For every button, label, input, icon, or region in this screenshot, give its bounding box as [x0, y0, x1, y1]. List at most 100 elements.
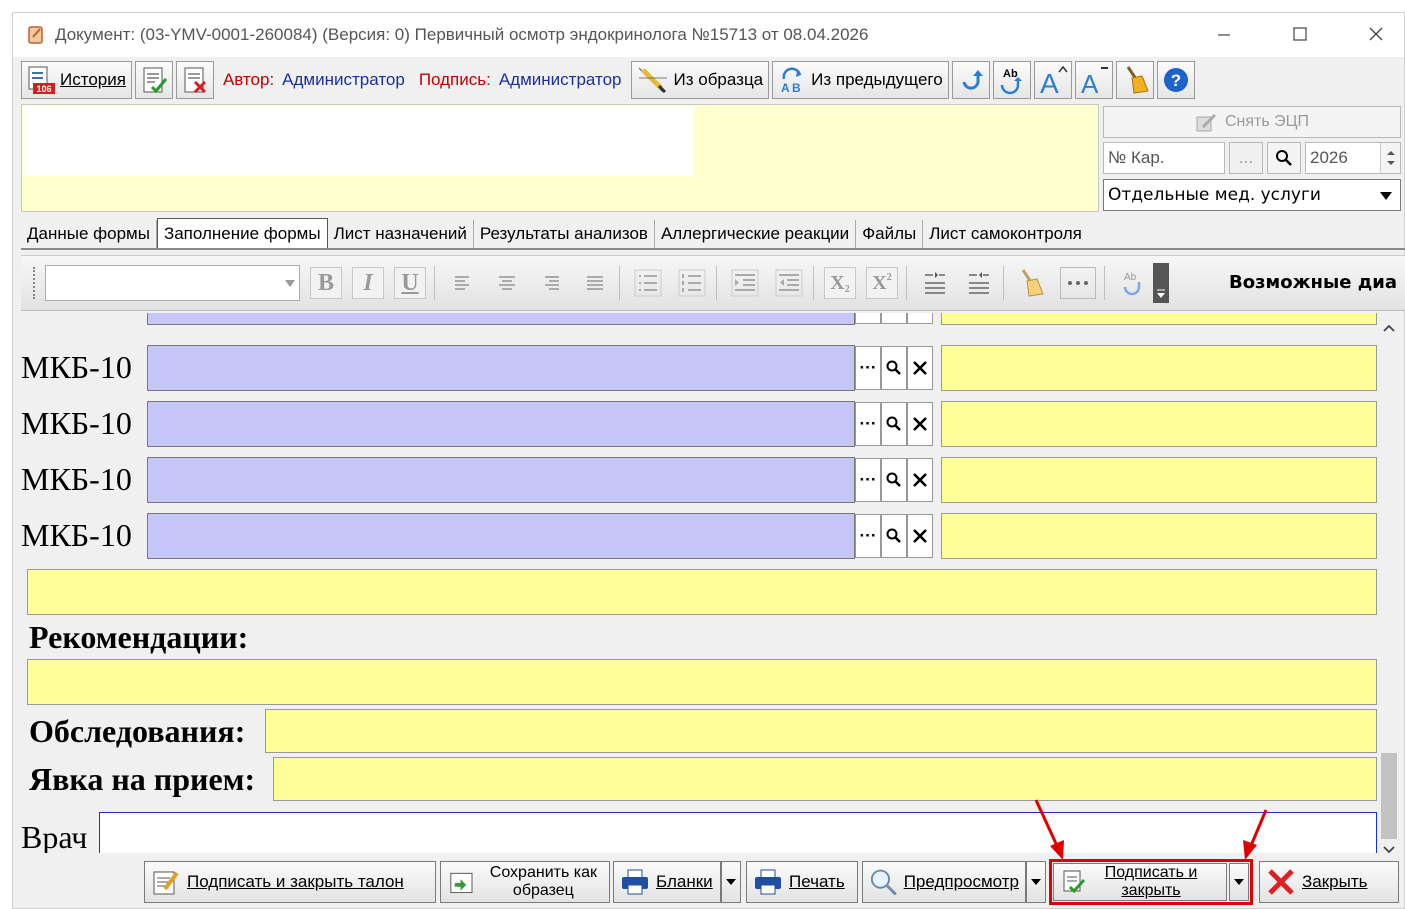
- mkb-description-field[interactable]: [941, 457, 1377, 503]
- close-icon: [1369, 27, 1383, 41]
- examinations-field[interactable]: [265, 709, 1377, 753]
- subscript-button[interactable]: X2: [824, 267, 856, 299]
- tab-lab-results[interactable]: Результаты анализов: [474, 220, 655, 248]
- card-ellipsis-button[interactable]: ...: [1229, 142, 1263, 174]
- clear-format-button-2[interactable]: [1016, 267, 1048, 299]
- broom-icon: [1126, 66, 1149, 94]
- tab-self-control[interactable]: Лист самоконтроля: [923, 220, 1088, 248]
- recommendations-field[interactable]: [27, 659, 1377, 705]
- mkb-code-input[interactable]: [147, 401, 855, 447]
- mkb-input-partial[interactable]: [147, 313, 855, 325]
- history-button[interactable]: 106 История: [21, 61, 132, 99]
- year-spin-buttons[interactable]: [1380, 143, 1400, 173]
- bold-button[interactable]: B: [310, 267, 342, 299]
- window-close-button[interactable]: [1353, 19, 1399, 49]
- mkb-more-button[interactable]: ···: [855, 402, 881, 446]
- scroll-up-icon[interactable]: [1383, 323, 1395, 333]
- mkb-more-button[interactable]: ···: [855, 346, 881, 390]
- from-sample-label: Из образца: [673, 70, 764, 89]
- forms-label: Бланки: [656, 872, 713, 891]
- line-spacing-button[interactable]: [919, 267, 951, 299]
- mkb-clear-button[interactable]: [907, 346, 933, 390]
- font-select[interactable]: [45, 265, 300, 301]
- toolbar-grip[interactable]: [33, 267, 39, 299]
- underline-button[interactable]: U: [394, 267, 426, 299]
- superscript-label: X: [872, 271, 887, 294]
- scroll-thumb[interactable]: [1381, 753, 1397, 839]
- minimize-button[interactable]: [1201, 19, 1247, 49]
- doctor-field[interactable]: [99, 812, 1377, 853]
- spellcheck-button[interactable]: Ab: [992, 61, 1031, 99]
- mkb-description-field[interactable]: [941, 345, 1377, 391]
- preview-button[interactable]: Предпросмотр: [862, 861, 1026, 903]
- vertical-scrollbar[interactable]: [1377, 313, 1401, 855]
- close-icon: [913, 529, 927, 543]
- mkb-search-button[interactable]: [881, 458, 907, 502]
- forms-dropdown-button[interactable]: [721, 861, 741, 903]
- sign-doc-button[interactable]: [134, 61, 173, 99]
- mkb-code-input[interactable]: [147, 345, 855, 391]
- italic-button[interactable]: I: [352, 267, 384, 299]
- font-increase-button[interactable]: A: [1033, 61, 1072, 99]
- services-select[interactable]: Отдельные мед. услуги: [1103, 179, 1401, 211]
- from-sample-button[interactable]: Из образца: [630, 61, 770, 99]
- mkb-search-button-partial[interactable]: [881, 313, 907, 324]
- appointment-field[interactable]: [273, 757, 1377, 801]
- mkb-more-button[interactable]: ···: [855, 458, 881, 502]
- sign-close-ticket-button[interactable]: Подписать и закрыть талон: [144, 861, 436, 903]
- spellcheck-button-2[interactable]: Ab: [1117, 267, 1149, 299]
- from-previous-button[interactable]: A B Из предыдущего: [772, 61, 949, 99]
- paragraph-spacing-button[interactable]: [963, 267, 995, 299]
- close-button[interactable]: Закрыть: [1259, 861, 1399, 903]
- preview-dropdown-button[interactable]: [1026, 861, 1046, 903]
- font-decrease-button[interactable]: A: [1074, 61, 1113, 99]
- diagnosis-text-field[interactable]: [27, 569, 1377, 615]
- sign-close-button[interactable]: Подписать и закрыть: [1053, 863, 1227, 901]
- clear-format-button[interactable]: [1115, 61, 1154, 99]
- align-right-button[interactable]: [535, 267, 567, 299]
- mkb-code-input[interactable]: [147, 457, 855, 503]
- maximize-button[interactable]: [1277, 19, 1323, 49]
- remove-ecp-button[interactable]: Снять ЭЦП: [1103, 106, 1401, 138]
- more-button[interactable]: [1060, 267, 1096, 299]
- print-button[interactable]: Печать: [746, 861, 858, 903]
- align-left-button[interactable]: [447, 267, 479, 299]
- tab-files[interactable]: Файлы: [856, 220, 924, 248]
- mkb-clear-button[interactable]: [907, 514, 933, 558]
- mkb-description-partial[interactable]: [941, 313, 1377, 325]
- tab-form-data[interactable]: Данные формы: [21, 220, 157, 248]
- sign-close-dropdown-button[interactable]: [1229, 863, 1249, 901]
- refresh-button[interactable]: [951, 61, 990, 99]
- mkb-clear-button-partial[interactable]: [907, 313, 933, 324]
- mkb-search-button[interactable]: [881, 402, 907, 446]
- save-as-sample-button[interactable]: Сохранить как образец: [440, 861, 610, 903]
- scroll-down-icon[interactable]: [1383, 845, 1395, 855]
- tab-allergies[interactable]: Аллергические реакции: [655, 220, 857, 248]
- mkb-search-button[interactable]: [881, 514, 907, 558]
- indent-button[interactable]: [729, 267, 761, 299]
- toolbar-overflow-button[interactable]: [1153, 263, 1169, 303]
- tab-form-filling[interactable]: Заполнение формы: [156, 218, 328, 248]
- mkb-more-button-partial[interactable]: [855, 313, 881, 324]
- card-search-button[interactable]: [1267, 142, 1301, 174]
- forms-button[interactable]: Бланки: [613, 861, 721, 903]
- mkb-clear-button[interactable]: [907, 402, 933, 446]
- align-justify-button[interactable]: [579, 267, 611, 299]
- bullet-list-button[interactable]: [632, 267, 664, 299]
- tab-prescriptions[interactable]: Лист назначений: [328, 220, 474, 248]
- mkb-clear-button[interactable]: [907, 458, 933, 502]
- superscript-button[interactable]: X2: [866, 267, 898, 299]
- help-button[interactable]: ?: [1156, 61, 1195, 99]
- unsign-doc-button[interactable]: [175, 61, 214, 99]
- mkb-description-field[interactable]: [941, 513, 1377, 559]
- mkb-more-button[interactable]: ···: [855, 514, 881, 558]
- year-spinner[interactable]: 2026: [1305, 142, 1401, 174]
- sign-label: Подпись:: [418, 70, 491, 89]
- card-number-input[interactable]: № Кар.: [1103, 142, 1225, 174]
- outdent-button[interactable]: [773, 267, 805, 299]
- mkb-code-input[interactable]: [147, 513, 855, 559]
- align-center-button[interactable]: [491, 267, 523, 299]
- numbered-list-button[interactable]: [676, 267, 708, 299]
- mkb-search-button[interactable]: [881, 346, 907, 390]
- mkb-description-field[interactable]: [941, 401, 1377, 447]
